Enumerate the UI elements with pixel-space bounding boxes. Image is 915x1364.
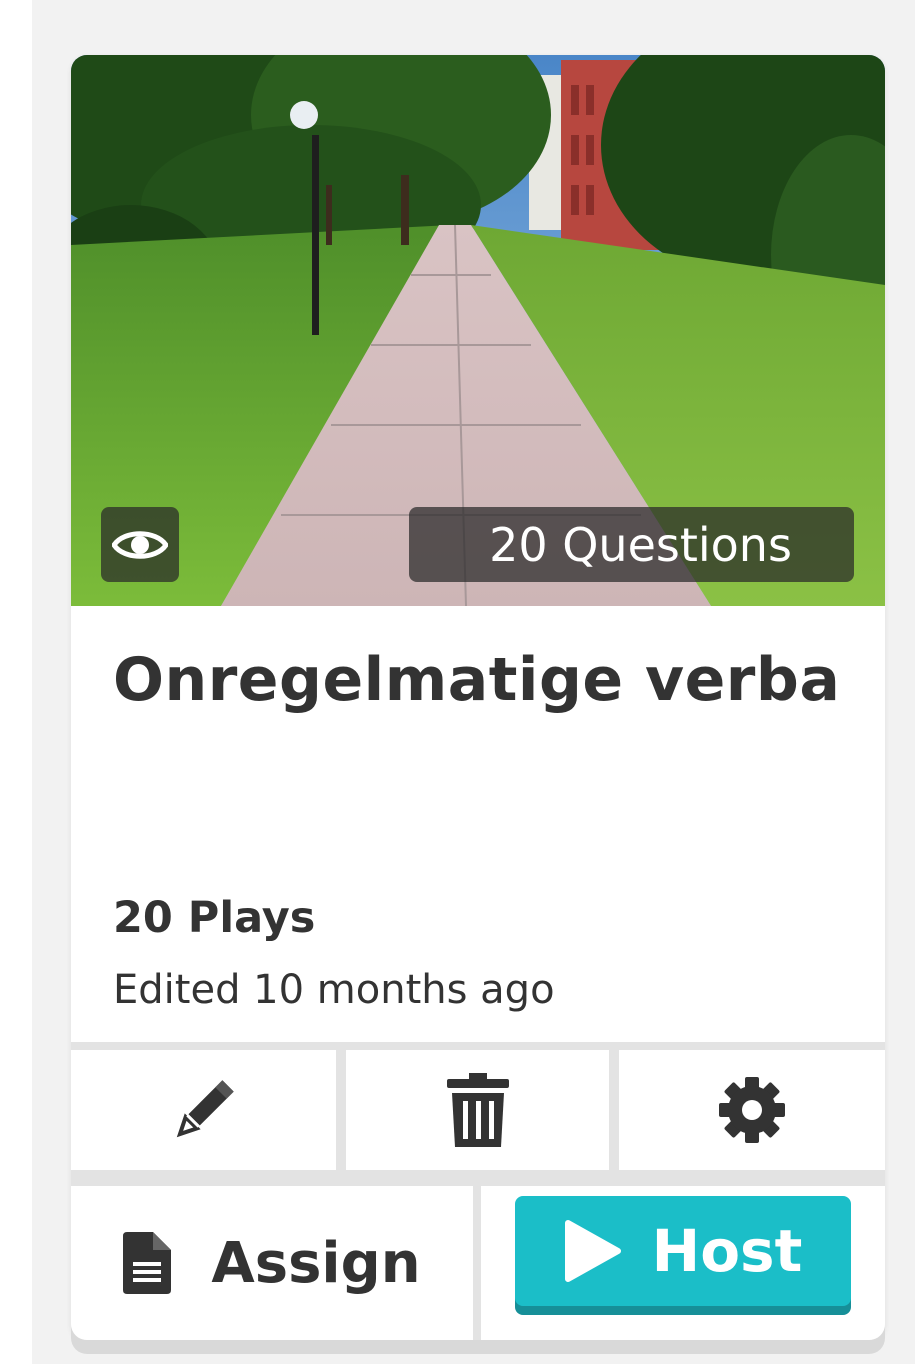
gear-icon	[719, 1077, 785, 1143]
assign-label: Assign	[211, 1230, 421, 1296]
preview-button[interactable]	[101, 507, 179, 582]
edit-button[interactable]	[71, 1050, 336, 1170]
cover-image: 20 Questions	[71, 55, 885, 606]
quiz-title: Onregelmatige verba	[113, 645, 841, 715]
plays-count: 20 Plays	[113, 893, 316, 943]
host-button[interactable]: Host	[515, 1196, 851, 1306]
settings-button[interactable]	[619, 1050, 885, 1170]
play-icon	[564, 1220, 621, 1282]
delete-button[interactable]	[346, 1050, 609, 1170]
questions-count-badge: 20 Questions	[409, 507, 854, 582]
edited-timestamp: Edited 10 months ago	[113, 967, 555, 1013]
quiz-card: 20 Questions Onregelmatige verba 20 Play…	[71, 55, 885, 1340]
host-label: Host	[651, 1217, 803, 1285]
bottom-actions: Assign Host	[71, 1178, 885, 1340]
trash-icon	[446, 1073, 509, 1147]
document-icon	[123, 1232, 172, 1294]
eye-icon	[112, 530, 168, 559]
host-cell: Host	[481, 1186, 885, 1340]
assign-button[interactable]: Assign	[71, 1186, 473, 1340]
action-row	[71, 1042, 885, 1178]
pencil-icon	[176, 1080, 234, 1138]
